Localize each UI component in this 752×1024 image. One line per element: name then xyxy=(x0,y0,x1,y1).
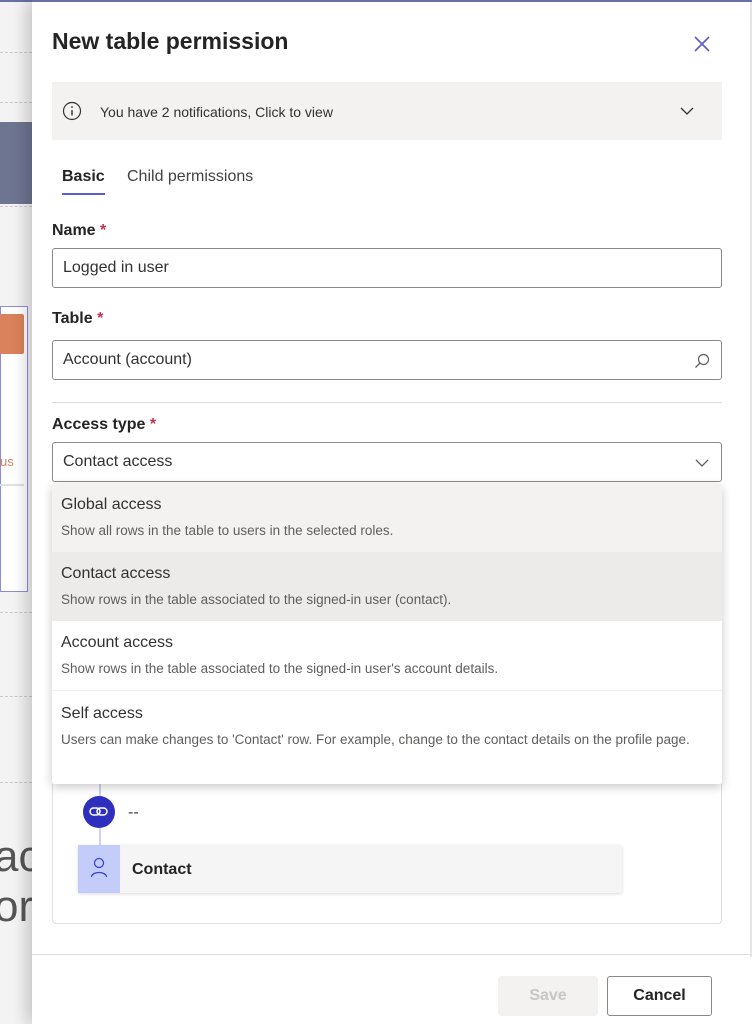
background-heading: ac or xyxy=(0,832,32,931)
info-icon xyxy=(62,101,82,126)
divider xyxy=(0,484,24,486)
option-account-access[interactable]: Account access Show rows in the table as… xyxy=(52,621,722,690)
divider xyxy=(0,52,32,53)
access-type-label: Access type * xyxy=(52,416,156,434)
access-type-dropdown[interactable]: Contact access xyxy=(52,442,722,482)
option-title: Contact access xyxy=(61,565,171,582)
chevron-down-icon[interactable] xyxy=(693,454,711,477)
notification-bar[interactable]: You have 2 notifications, Click to view xyxy=(52,82,722,140)
background-text: us xyxy=(0,454,14,469)
option-description: Show all rows in the table to users in t… xyxy=(61,523,394,538)
option-title: Global access xyxy=(61,496,162,513)
chevron-down-icon[interactable] xyxy=(678,102,696,125)
name-value: Logged in user xyxy=(63,259,169,276)
option-description: Show rows in the table associated to the… xyxy=(61,661,499,676)
notification-text: You have 2 notifications, Click to view xyxy=(100,104,333,120)
name-label: Name * xyxy=(52,222,106,240)
option-description: Users can make changes to 'Contact' row.… xyxy=(61,732,690,747)
option-global-access[interactable]: Global access Show all rows in the table… xyxy=(52,484,722,552)
divider xyxy=(0,206,32,207)
footer-divider xyxy=(32,954,752,955)
table-label-text: Table xyxy=(52,310,93,327)
person-icon xyxy=(90,857,108,878)
search-icon[interactable] xyxy=(693,352,711,375)
table-lookup-field[interactable]: Account (account) xyxy=(52,340,722,380)
background-page: us ac or xyxy=(0,0,32,1024)
table-label: Table * xyxy=(52,310,103,328)
contact-node-label: Contact xyxy=(132,861,192,878)
required-indicator: * xyxy=(149,416,157,433)
name-field[interactable]: Logged in user xyxy=(52,248,722,288)
divider xyxy=(0,102,32,103)
table-value: Account (account) xyxy=(63,351,192,368)
name-label-text: Name xyxy=(52,222,96,239)
required-indicator: * xyxy=(100,222,107,239)
tab-child-permissions[interactable]: Child permissions xyxy=(127,168,253,186)
link-icon xyxy=(89,807,108,816)
cancel-button[interactable]: Cancel xyxy=(607,976,712,1016)
new-table-permission-panel: New table permission You have 2 notifica… xyxy=(32,0,752,1024)
access-type-value: Contact access xyxy=(63,453,173,470)
section-divider xyxy=(52,402,722,403)
required-indicator: * xyxy=(97,310,104,327)
relationship-link-text: -- xyxy=(128,804,139,821)
panel-title: New table permission xyxy=(52,28,289,54)
option-self-access[interactable]: Self access Users can make changes to 'C… xyxy=(52,690,722,784)
background-button xyxy=(0,314,24,354)
option-title: Self access xyxy=(61,705,143,722)
divider xyxy=(0,696,32,697)
access-type-label-text: Access type xyxy=(52,416,146,433)
contact-avatar xyxy=(78,845,120,893)
relationship-contact-node[interactable]: Contact xyxy=(78,845,622,893)
option-contact-access[interactable]: Contact access Show rows in the table as… xyxy=(52,552,722,621)
save-button[interactable]: Save xyxy=(498,976,598,1016)
option-title: Account access xyxy=(61,634,174,651)
relationship-link-node[interactable] xyxy=(83,796,115,828)
background-banner xyxy=(0,122,32,204)
divider xyxy=(0,782,32,783)
tab-basic[interactable]: Basic xyxy=(62,168,105,195)
close-button[interactable] xyxy=(688,30,716,58)
option-description: Show rows in the table associated to the… xyxy=(61,592,452,607)
access-type-options-list: Global access Show all rows in the table… xyxy=(52,484,722,784)
close-icon xyxy=(694,36,710,52)
divider xyxy=(0,612,32,613)
